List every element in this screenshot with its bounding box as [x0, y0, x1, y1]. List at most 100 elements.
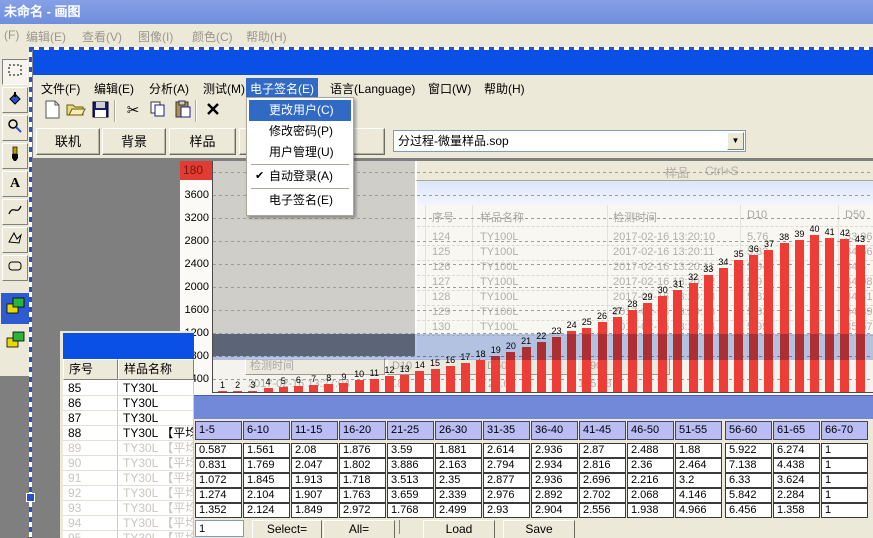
copy-button[interactable]	[146, 99, 170, 124]
footer-button-save[interactable]: Save	[503, 520, 575, 538]
sample-row-name[interactable]: TY30L 【平均】	[118, 426, 194, 441]
menu-item-更改用户[interactable]: 更改用户(C)	[249, 100, 351, 121]
tool-fill-button[interactable]	[2, 87, 28, 113]
button-样品[interactable]: 样品	[169, 128, 236, 155]
footer-button-select[interactable]: Select=	[252, 520, 322, 538]
distribution-column-header: 56-60	[725, 421, 772, 440]
sample-row-name[interactable]: TY30L	[118, 411, 194, 426]
distribution-cell: 2.08	[291, 443, 338, 458]
sample-list-titlebar[interactable]	[63, 333, 194, 359]
distribution-cell: 7.138	[725, 458, 772, 473]
app-menu-item[interactable]: 窗口(W)	[424, 78, 475, 99]
tool-zoom-button[interactable]	[2, 115, 28, 141]
menu-separator	[251, 188, 349, 189]
paint-menu-item[interactable]: 图像(I)	[138, 28, 173, 45]
menu-separator	[251, 164, 349, 165]
distribution-cell: 3.59	[387, 443, 434, 458]
sample-row-name[interactable]: TY30L 【平均】	[118, 456, 194, 471]
tool-curve-button[interactable]	[2, 199, 28, 225]
option-paste-transparent-tile[interactable]	[1, 327, 30, 358]
distribution-cell: 2.936	[531, 443, 578, 458]
sample-row-no[interactable]: 93	[63, 501, 118, 516]
chart-corner-label: 180	[180, 161, 213, 180]
sample-row-name[interactable]: TY30L 【平均】	[118, 441, 194, 456]
button-联机[interactable]: 联机	[36, 128, 100, 155]
distribution-cell: 1	[821, 488, 868, 503]
sample-row-name[interactable]: TY30L	[118, 396, 194, 411]
distribution-column-header: 36-40	[531, 421, 578, 440]
paste-button[interactable]	[171, 99, 195, 124]
sample-row-name[interactable]: TY30L 【平均】	[118, 471, 194, 486]
polygon-icon	[7, 230, 23, 251]
paint-menu-item[interactable]: 颜色(C)	[192, 28, 233, 45]
results-cell: TY100L	[480, 321, 519, 333]
sample-row-no[interactable]: 91	[63, 471, 118, 486]
open-button[interactable]	[64, 99, 88, 124]
paint-menu-item[interactable]: 查看(V)	[82, 28, 122, 45]
sample-row-no[interactable]: 89	[63, 441, 118, 456]
distribution-cell: 3.886	[387, 458, 434, 473]
app-menu-item[interactable]: 帮助(H)	[480, 78, 529, 99]
new-file-button[interactable]	[40, 99, 64, 124]
menu-item-电子签名[interactable]: 电子签名(E)	[249, 190, 351, 211]
sop-combobox[interactable]: 分过程-微量样品.sop ▼	[393, 130, 746, 152]
app-menu-item[interactable]: 电子签名(E)	[246, 78, 318, 99]
results-cell: 129	[432, 306, 450, 318]
count-input[interactable]	[195, 520, 244, 537]
zoom-icon	[7, 118, 23, 139]
sample-row-no[interactable]: 88	[63, 426, 118, 441]
sample-row-name[interactable]: TY30L 【平均】	[118, 531, 194, 538]
bar	[400, 375, 409, 393]
distribution-cell: 6.33	[725, 473, 772, 488]
tool-select-button[interactable]	[2, 59, 28, 85]
selection-handle[interactable]	[26, 493, 35, 502]
sample-row-name[interactable]: TY30L 【平均】	[118, 501, 194, 516]
menu-item-自动登录[interactable]: 自动登录(A)✔	[249, 166, 351, 187]
paint-menu-item[interactable]: 编辑(E)	[26, 28, 66, 45]
app-menu-item[interactable]: 测试(M)	[199, 78, 249, 99]
sample-row-name[interactable]: TY30L 【平均】	[118, 486, 194, 501]
menu-item-修改密码[interactable]: 修改密码(P)	[249, 121, 351, 142]
tool-brush-button[interactable]	[2, 143, 28, 169]
curve-icon	[7, 202, 23, 223]
delete-button[interactable]	[201, 99, 225, 124]
app-menu-item[interactable]: 语言(Language)	[326, 78, 419, 99]
tool-text-button[interactable]: A	[2, 171, 28, 197]
distribution-cell: 1.763	[339, 488, 386, 503]
sample-row-name[interactable]: TY30L 【平均】	[118, 516, 194, 531]
menu-item-用户管理[interactable]: 用户管理(U)	[249, 142, 351, 163]
sample-row-no[interactable]: 87	[63, 411, 118, 426]
bar	[446, 366, 455, 393]
app-menu-item[interactable]: 分析(A)	[145, 78, 193, 99]
paint-menu-item[interactable]: 帮助(H)	[246, 28, 287, 45]
sample-row-no[interactable]: 92	[63, 486, 118, 501]
sample-row-no[interactable]: 90	[63, 456, 118, 471]
tool-rounded-rect-button[interactable]	[2, 255, 28, 281]
sample-row-no[interactable]: 85	[63, 381, 118, 396]
sample-row-no[interactable]: 95	[63, 531, 118, 538]
chevron-down-icon[interactable]: ▼	[727, 132, 744, 150]
tool-polygon-button[interactable]	[2, 227, 28, 253]
distribution-column-header: 51-55	[675, 421, 722, 440]
paste-opaque-icon	[5, 295, 27, 322]
button-背景[interactable]: 背景	[102, 128, 166, 155]
sample-row-name[interactable]: TY30L	[118, 381, 194, 396]
bar	[749, 255, 758, 393]
paint-menu-item[interactable]: (F)	[4, 28, 19, 42]
footer-button-all[interactable]: All=	[323, 520, 395, 538]
distribution-cell: 2.36	[627, 458, 674, 473]
footer-button-load[interactable]: Load	[423, 520, 495, 538]
sample-row-no[interactable]: 94	[63, 516, 118, 531]
sample-list-window: 序号样品名称85TY30L86TY30L87TY30L88TY30L 【平均】8…	[60, 331, 194, 538]
selection-border-top[interactable]	[29, 47, 873, 50]
app-menu-item[interactable]: 编辑(E)	[90, 78, 138, 99]
save-button[interactable]	[88, 99, 112, 124]
app-menu-item[interactable]: 文件(F)	[37, 78, 84, 99]
app-titlebar	[33, 50, 873, 75]
cut-button[interactable]: ✂	[121, 99, 145, 124]
results-column-divider	[425, 205, 426, 333]
option-paste-opaque-tile[interactable]	[1, 293, 30, 324]
selection-border-left[interactable]	[29, 47, 32, 538]
distribution-cell: 3.513	[387, 473, 434, 488]
sample-row-no[interactable]: 86	[63, 396, 118, 411]
